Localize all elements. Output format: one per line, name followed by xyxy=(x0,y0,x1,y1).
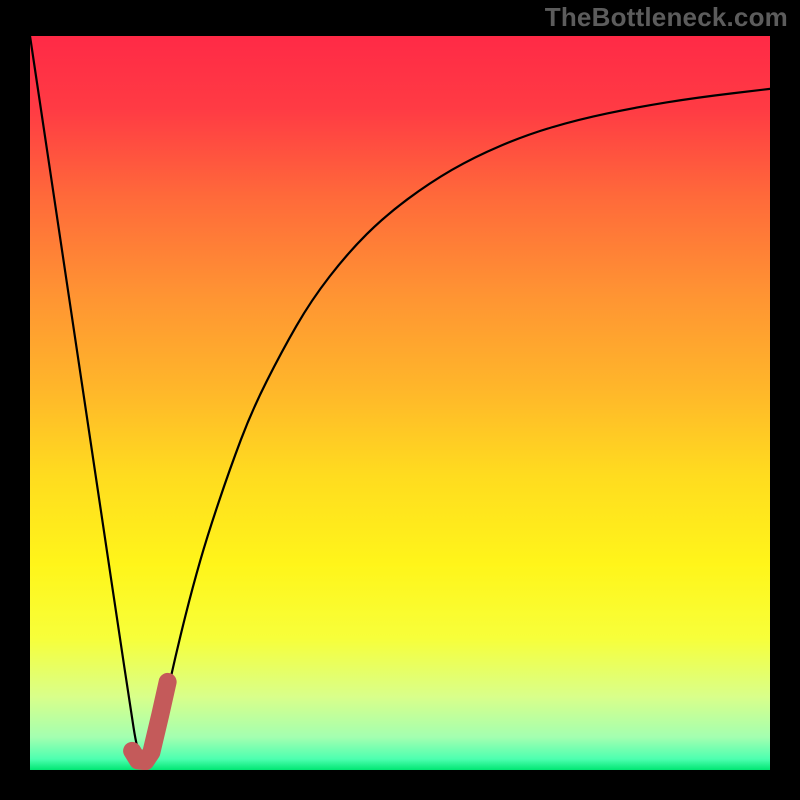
gradient-background xyxy=(30,36,770,770)
watermark-text: TheBottleneck.com xyxy=(545,2,788,33)
chart-plot-area xyxy=(30,36,770,770)
bottleneck-chart xyxy=(30,36,770,770)
